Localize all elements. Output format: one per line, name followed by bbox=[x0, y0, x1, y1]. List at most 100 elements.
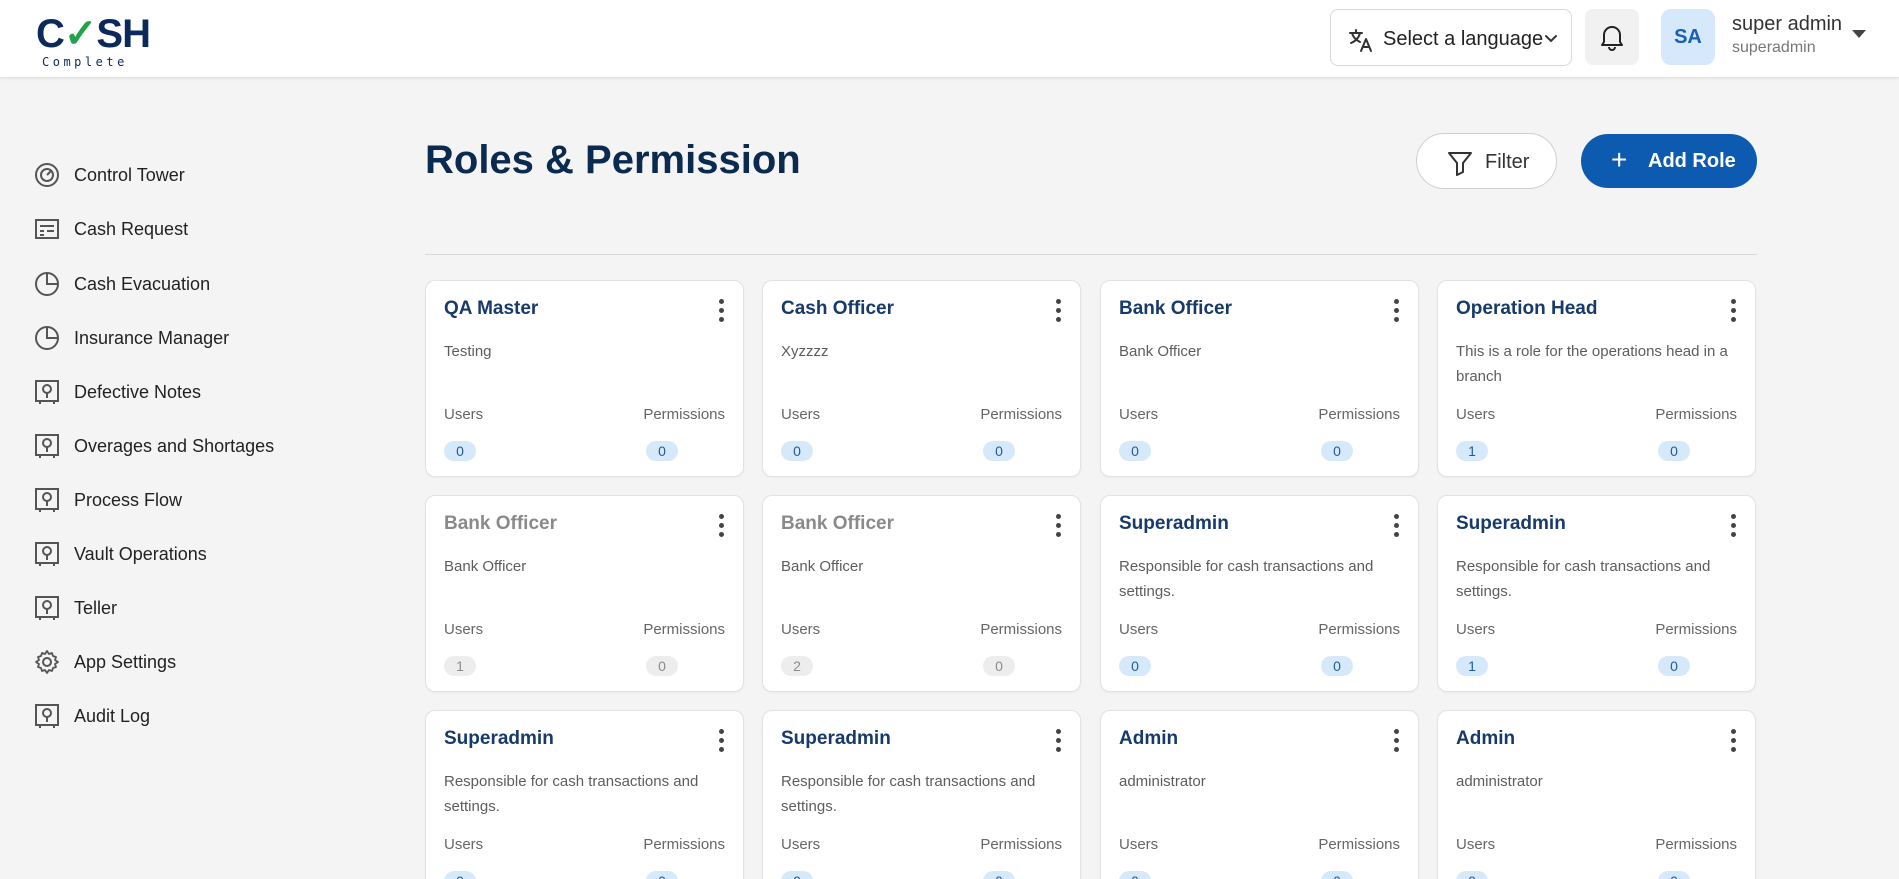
logo-subtitle: Complete bbox=[42, 55, 128, 69]
more-options-icon[interactable] bbox=[1394, 729, 1400, 753]
sidebar-item-app-settings[interactable]: App Settings bbox=[34, 647, 176, 677]
permissions-count-badge: 0 bbox=[983, 441, 1015, 461]
sidebar-item-cash-evacuation[interactable]: Cash Evacuation bbox=[34, 269, 210, 299]
sidebar-item-label: Cash Evacuation bbox=[74, 273, 211, 294]
more-options-icon[interactable] bbox=[1731, 729, 1737, 753]
more-options-icon[interactable] bbox=[1394, 299, 1400, 323]
users-count-badge: 0 bbox=[444, 871, 476, 879]
role-title: Superadmin bbox=[444, 728, 554, 749]
users-count-badge: 1 bbox=[1456, 656, 1488, 676]
role-description: Responsible for cash transactions and se… bbox=[1456, 558, 1711, 600]
filter-icon bbox=[1448, 152, 1472, 176]
more-options-icon[interactable] bbox=[719, 299, 725, 323]
role-title: Cash Officer bbox=[781, 298, 894, 319]
sidebar-item-cash-request[interactable]: Cash Request bbox=[34, 214, 188, 244]
role-card[interactable]: Superadmin Responsible for cash transact… bbox=[425, 710, 744, 879]
user-handle: superadmin bbox=[1732, 39, 1816, 56]
role-card[interactable]: Superadmin Responsible for cash transact… bbox=[1100, 495, 1419, 692]
role-title: Bank Officer bbox=[1119, 298, 1232, 319]
form-icon bbox=[34, 216, 60, 242]
add-role-button-label: Add Role bbox=[1648, 150, 1736, 172]
permissions-count-badge: 0 bbox=[1321, 871, 1353, 879]
users-label: Users bbox=[444, 836, 484, 853]
users-label: Users bbox=[1456, 621, 1496, 638]
users-count-badge: 0 bbox=[1456, 871, 1488, 879]
role-title: Operation Head bbox=[1456, 298, 1598, 319]
role-card[interactable]: Bank Officer Bank Officer Users Permissi… bbox=[762, 495, 1081, 692]
role-card[interactable]: Superadmin Responsible for cash transact… bbox=[762, 710, 1081, 879]
more-options-icon[interactable] bbox=[1731, 299, 1737, 323]
translate-icon bbox=[1349, 29, 1372, 52]
roles-grid: QA Master Testing Users Permissions 0 0 … bbox=[425, 280, 1757, 879]
sidebar-item-label: Process Flow bbox=[74, 489, 183, 510]
users-label: Users bbox=[781, 836, 821, 853]
users-count-badge: 2 bbox=[781, 656, 813, 676]
permissions-label: Permissions bbox=[1318, 406, 1400, 423]
role-title: Superadmin bbox=[1456, 513, 1566, 534]
pie-chart-icon bbox=[34, 271, 60, 297]
permissions-count-badge: 0 bbox=[1658, 656, 1690, 676]
more-options-icon[interactable] bbox=[719, 729, 725, 753]
sidebar-item-insurance-manager[interactable]: Insurance Manager bbox=[34, 323, 229, 353]
role-card[interactable]: Superadmin Responsible for cash transact… bbox=[1437, 495, 1756, 692]
vault-icon bbox=[34, 379, 60, 405]
role-card[interactable]: Operation Head This is a role for the op… bbox=[1437, 280, 1756, 477]
avatar[interactable]: SA bbox=[1661, 9, 1715, 65]
role-description: Bank Officer bbox=[1119, 343, 1202, 360]
add-role-button[interactable]: + Add Role bbox=[1581, 134, 1757, 188]
permissions-label: Permissions bbox=[643, 836, 725, 853]
sidebar-item-process-flow[interactable]: Process Flow bbox=[34, 485, 182, 515]
role-description: administrator bbox=[1456, 773, 1543, 790]
sidebar-item-label: Defective Notes bbox=[74, 381, 202, 402]
app-logo[interactable]: C✓SH Complete bbox=[36, 10, 151, 70]
permissions-label: Permissions bbox=[1655, 836, 1737, 853]
permissions-count-badge: 0 bbox=[1658, 441, 1690, 461]
filter-button[interactable]: Filter bbox=[1416, 133, 1557, 189]
language-select[interactable]: Select a language bbox=[1330, 9, 1572, 66]
role-description: Bank Officer bbox=[781, 558, 864, 575]
role-card[interactable]: Bank Officer Bank Officer Users Permissi… bbox=[425, 495, 744, 692]
gauge-icon bbox=[34, 162, 60, 188]
permissions-count-badge: 0 bbox=[1321, 441, 1353, 461]
sidebar-item-overages-and-shortages[interactable]: Overages and Shortages bbox=[34, 431, 274, 461]
more-options-icon[interactable] bbox=[1394, 514, 1400, 538]
permissions-label: Permissions bbox=[980, 406, 1062, 423]
permissions-count-badge: 0 bbox=[646, 656, 678, 676]
more-options-icon[interactable] bbox=[1056, 729, 1062, 753]
role-description: Responsible for cash transactions and se… bbox=[1119, 558, 1374, 600]
more-options-icon[interactable] bbox=[1056, 299, 1062, 323]
sidebar-item-label: Insurance Manager bbox=[74, 327, 230, 348]
sidebar-item-teller[interactable]: Teller bbox=[34, 593, 117, 623]
notifications-button[interactable] bbox=[1585, 9, 1639, 65]
more-options-icon[interactable] bbox=[1731, 514, 1737, 538]
role-card[interactable]: Admin administrator Users Permissions 0 … bbox=[1437, 710, 1756, 879]
role-description: Testing bbox=[444, 343, 492, 360]
users-label: Users bbox=[1119, 406, 1159, 423]
sidebar-item-audit-log[interactable]: Audit Log bbox=[34, 701, 150, 731]
permissions-label: Permissions bbox=[1655, 406, 1737, 423]
more-options-icon[interactable] bbox=[719, 514, 725, 538]
permissions-label: Permissions bbox=[1655, 621, 1737, 638]
sidebar-item-vault-operations[interactable]: Vault Operations bbox=[34, 539, 207, 569]
page-title: Roles & Permission bbox=[425, 138, 801, 182]
filter-button-label: Filter bbox=[1485, 151, 1530, 173]
role-card[interactable]: QA Master Testing Users Permissions 0 0 bbox=[425, 280, 744, 477]
more-options-icon[interactable] bbox=[1056, 514, 1062, 538]
permissions-label: Permissions bbox=[643, 406, 725, 423]
role-card[interactable]: Admin administrator Users Permissions 0 … bbox=[1100, 710, 1419, 879]
permissions-count-badge: 0 bbox=[646, 871, 678, 879]
logo-wordmark: C✓SH bbox=[36, 14, 151, 54]
role-title: Superadmin bbox=[781, 728, 891, 749]
user-menu-caret-icon[interactable] bbox=[1852, 30, 1866, 38]
pie-chart-icon bbox=[34, 325, 60, 351]
user-name[interactable]: super admin bbox=[1732, 13, 1842, 36]
users-label: Users bbox=[1456, 406, 1496, 423]
sidebar-item-label: Cash Request bbox=[74, 218, 189, 239]
vault-icon bbox=[34, 703, 60, 729]
sidebar-item-control-tower[interactable]: Control Tower bbox=[34, 160, 185, 190]
sidebar-item-defective-notes[interactable]: Defective Notes bbox=[34, 377, 201, 407]
role-card[interactable]: Cash Officer Xyzzzz Users Permissions 0 … bbox=[762, 280, 1081, 477]
role-card[interactable]: Bank Officer Bank Officer Users Permissi… bbox=[1100, 280, 1419, 477]
permissions-label: Permissions bbox=[1318, 836, 1400, 853]
users-count-badge: 0 bbox=[1119, 656, 1151, 676]
